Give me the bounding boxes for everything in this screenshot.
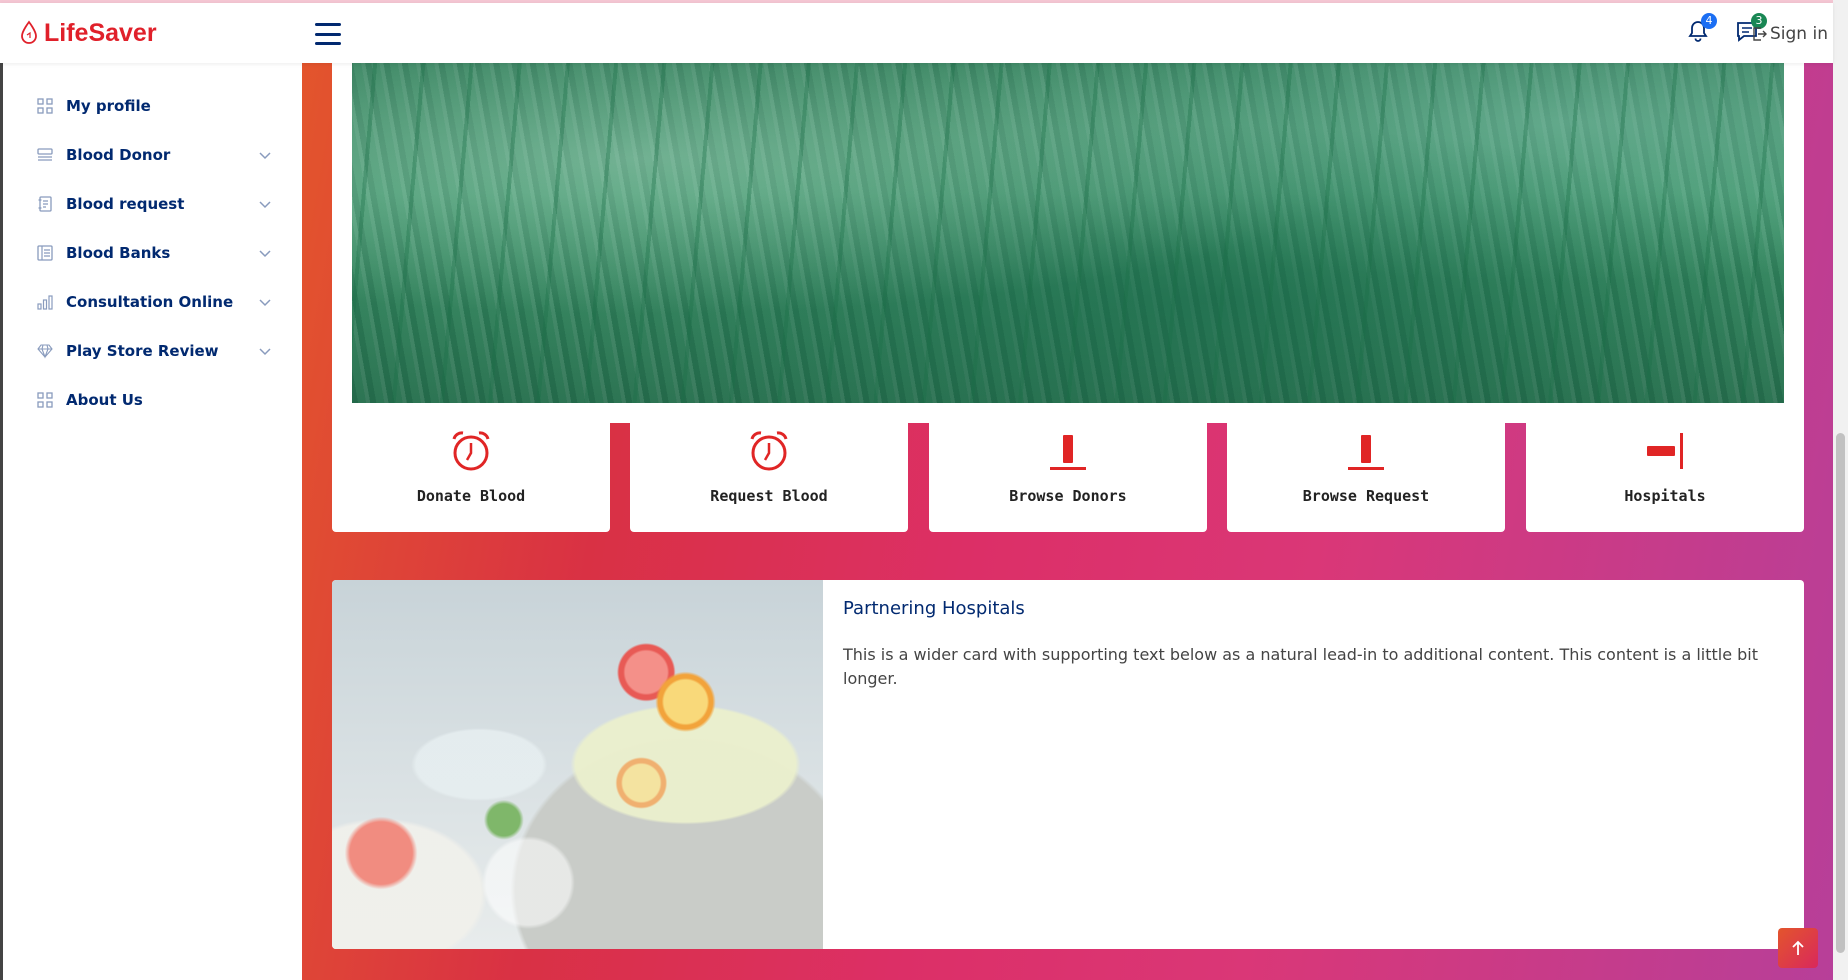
back-to-top-button[interactable]: [1778, 928, 1818, 968]
chevron-down-icon: [259, 299, 271, 307]
align-end-icon: [1647, 433, 1683, 469]
sidebar-item-blood-request[interactable]: Blood request: [36, 186, 272, 222]
sidebar-item-play-store-review[interactable]: Play Store Review: [36, 333, 272, 369]
sign-in-label: Sign in: [1770, 24, 1828, 44]
hero-card: [332, 63, 1804, 423]
feature-label: Browse Request: [1302, 487, 1430, 505]
main-content: Donate Blood Request Blood Browse Donors…: [302, 63, 1833, 980]
page-scrollbar[interactable]: [1833, 0, 1848, 980]
sidebar-toggle-button[interactable]: [315, 23, 341, 45]
sidebar-item-label: Blood request: [66, 195, 185, 213]
sidebar-item-label: About Us: [66, 391, 143, 409]
sidebar-item-label: Blood Banks: [66, 244, 171, 262]
notifications-count-badge: 4: [1701, 13, 1717, 29]
feature-label: Hospitals: [1624, 487, 1706, 505]
grid-icon: [36, 97, 54, 115]
card-text: This is a wider card with supporting tex…: [843, 645, 1759, 688]
align-bottom-icon: [1348, 435, 1384, 470]
card-body: Partnering Hospitals This is a wider car…: [843, 598, 1764, 691]
browse-donors-card[interactable]: Browse Donors: [929, 407, 1207, 532]
brand-name: LifeSaver: [44, 19, 157, 47]
sidebar-item-label: Blood Donor: [66, 146, 171, 164]
align-bottom-icon: [1050, 435, 1086, 470]
sidebar-item-my-profile[interactable]: My profile: [36, 88, 272, 124]
scrollbar-thumb[interactable]: [1836, 433, 1845, 953]
sidebar-item-consultation-online[interactable]: Consultation Online: [36, 284, 272, 320]
blood-drop-icon: [20, 20, 38, 48]
browse-request-card[interactable]: Browse Request: [1227, 407, 1505, 532]
menu-button-icon: [36, 146, 54, 164]
hospitals-card[interactable]: Hospitals: [1526, 407, 1804, 532]
request-blood-card[interactable]: Request Blood: [630, 407, 908, 532]
sidebar-item-label: Play Store Review: [66, 342, 219, 360]
gem-icon: [36, 342, 54, 360]
chevron-down-icon: [259, 152, 271, 160]
partnering-hospitals-card: Partnering Hospitals This is a wider car…: [332, 580, 1804, 949]
sidebar-item-blood-donor[interactable]: Blood Donor: [36, 137, 272, 173]
lemonade-drinks-image: [332, 580, 823, 949]
sidebar-item-label: Consultation Online: [66, 293, 234, 311]
card-title: Partnering Hospitals: [843, 598, 1025, 619]
bar-chart-icon: [36, 293, 54, 311]
grid-icon: [36, 391, 54, 409]
brand-logo[interactable]: LifeSaver: [20, 19, 157, 48]
alarm-icon: [750, 431, 788, 471]
journal-text-icon: [36, 195, 54, 213]
chevron-down-icon: [259, 250, 271, 258]
feature-label: Request Blood: [710, 487, 828, 505]
notifications-button[interactable]: 4: [1687, 13, 1717, 47]
arrow-up-icon: [1792, 940, 1804, 955]
hero-grass-image: [352, 63, 1784, 403]
sign-in-link[interactable]: Sign in: [1752, 24, 1828, 44]
alarm-icon: [452, 431, 490, 471]
layout-text-icon: [36, 244, 54, 262]
chevron-down-icon: [259, 348, 271, 356]
donate-blood-card[interactable]: Donate Blood: [332, 407, 610, 532]
chevron-down-icon: [259, 201, 271, 209]
top-header: LifeSaver 4 3 Sign in: [0, 3, 1833, 63]
sidebar-item-about-us[interactable]: About Us: [36, 382, 272, 418]
sidebar: My profile Blood Donor Blood request Blo…: [0, 63, 302, 980]
sidebar-item-label: My profile: [66, 97, 151, 115]
feature-label: Browse Donors: [1009, 487, 1127, 505]
sidebar-item-blood-banks[interactable]: Blood Banks: [36, 235, 272, 271]
box-arrow-right-icon: [1753, 27, 1767, 41]
feature-label: Donate Blood: [416, 487, 526, 505]
